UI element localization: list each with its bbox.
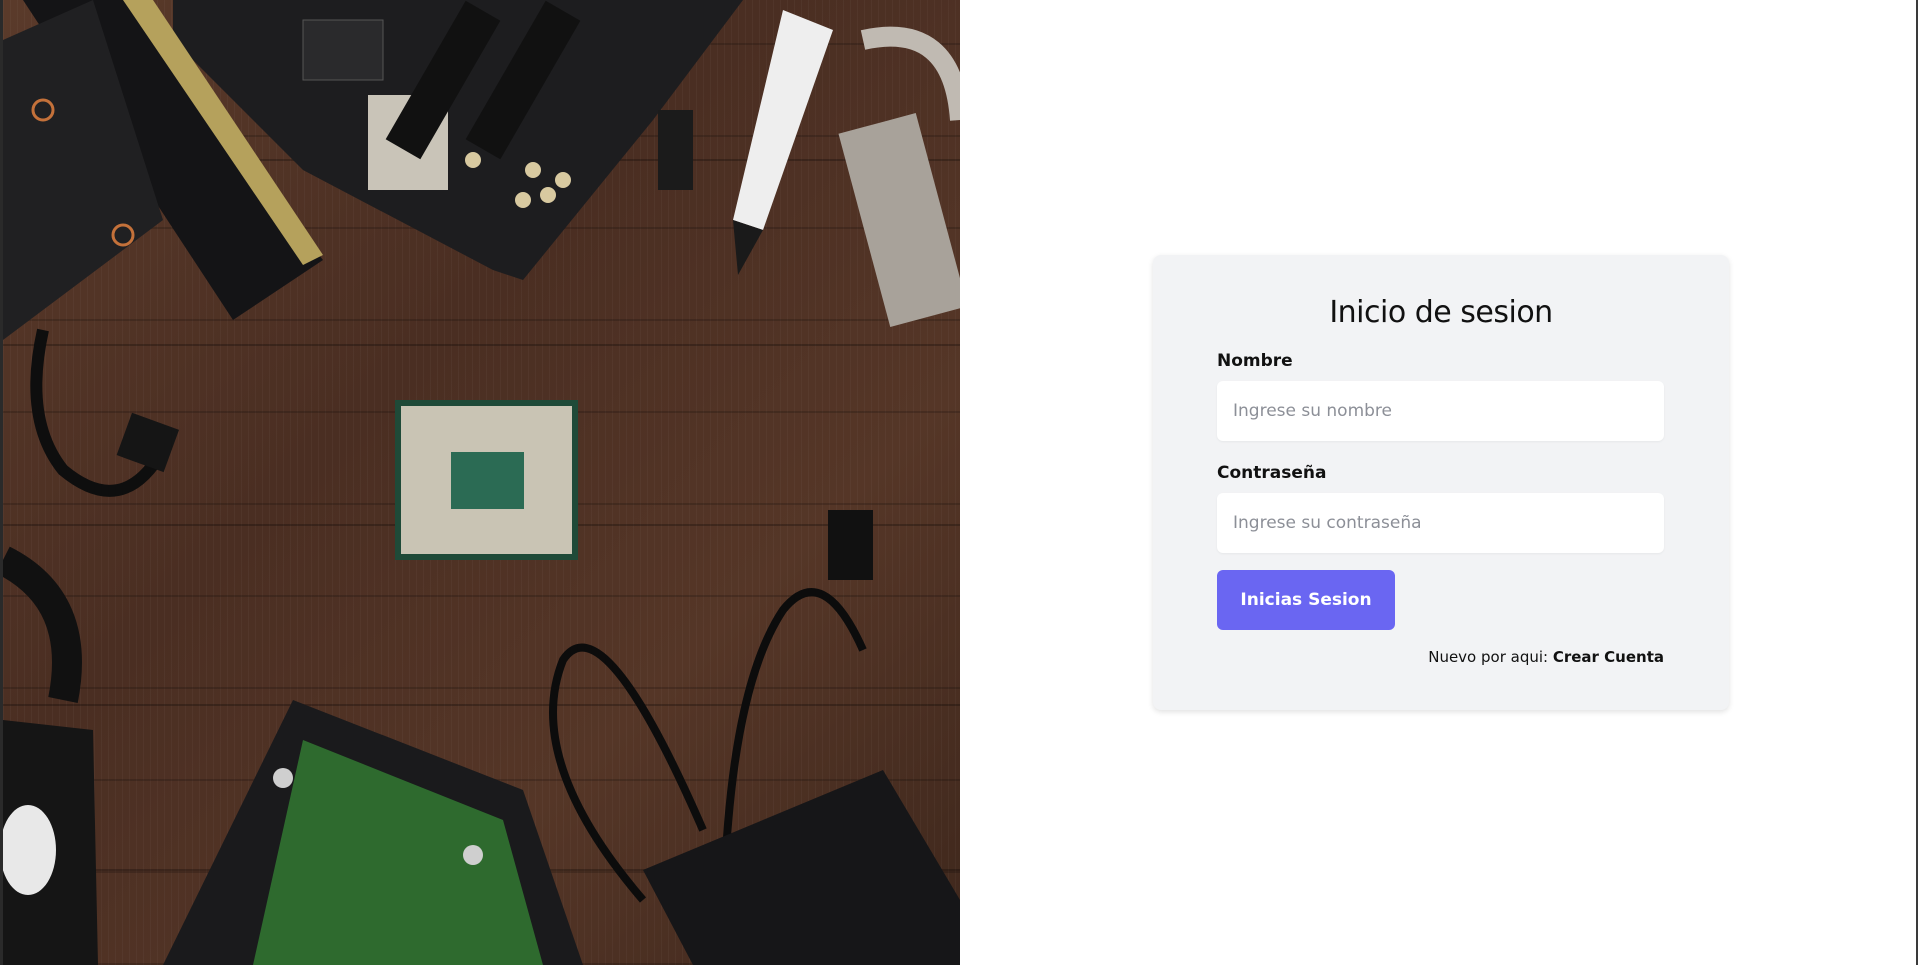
login-button[interactable]: Inicias Sesion: [1217, 570, 1395, 630]
password-label: Contraseña: [1217, 463, 1327, 483]
cpu-chip-shape: [395, 400, 578, 560]
app-window: Inicio de sesion Nombre Contraseña Inici…: [0, 0, 1918, 965]
hard-drive-shape: [163, 700, 583, 965]
thermal-paste-syringe-shape: [733, 10, 833, 275]
heatsink-shape: [838, 26, 960, 327]
create-account-link[interactable]: Crear Cuenta: [1553, 648, 1664, 666]
login-card: Inicio de sesion Nombre Contraseña Inici…: [1153, 255, 1729, 710]
computer-hardware-illustration: [3, 0, 960, 965]
connector-shape: [658, 110, 693, 190]
page-title: Inicio de sesion: [1329, 295, 1553, 330]
name-input[interactable]: [1217, 381, 1664, 441]
hero-photo: [3, 0, 960, 965]
password-input[interactable]: [1217, 493, 1664, 553]
name-label: Nombre: [1217, 351, 1293, 371]
login-panel: Inicio de sesion Nombre Contraseña Inici…: [960, 0, 1916, 965]
signup-prompt-text: Nuevo por aqui:: [1428, 648, 1553, 666]
signup-prompt: Nuevo por aqui: Crear Cuenta: [1428, 648, 1664, 666]
